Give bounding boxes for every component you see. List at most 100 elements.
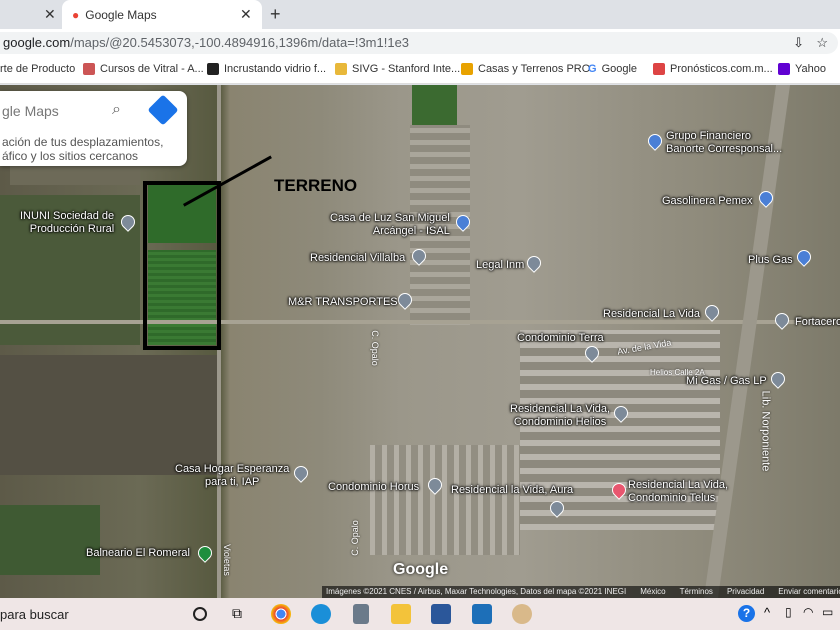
yahoo-icon — [778, 63, 790, 75]
bookmark-label: Google — [601, 63, 638, 75]
chrome-icon[interactable] — [271, 604, 291, 624]
feedback-link[interactable]: Enviar comentarios — [778, 586, 840, 598]
close-tab-icon[interactable]: ✕ — [44, 6, 56, 23]
place-pin-icon[interactable] — [291, 463, 311, 483]
place-label[interactable]: Casa Hogar Esperanza para ti, IAP — [175, 463, 289, 489]
bookmark[interactable]: Yahoo — [778, 63, 826, 75]
calculator-icon[interactable] — [353, 604, 369, 624]
search-hint: ación de tus desplazamientos, áfico y los… — [2, 135, 163, 163]
map-attribution: Imágenes ©2021 CNES / Airbus, Maxar Tech… — [322, 586, 840, 598]
place-label[interactable]: M&R TRANSPORTES — [288, 296, 398, 309]
place-label[interactable]: Fortacero — [795, 316, 840, 329]
bookmark[interactable]: Incrustando vidrio f... — [207, 63, 326, 75]
place-label[interactable]: Grupo Financiero Banorte Corresponsal... — [666, 130, 782, 156]
road-label: C. Opalo — [369, 330, 380, 366]
close-tab-icon[interactable]: ✕ — [240, 6, 252, 23]
bookmark[interactable]: Cursos de Vitral - A... — [83, 63, 204, 75]
search-input[interactable]: gle Maps — [2, 103, 59, 119]
cortana-icon[interactable] — [193, 607, 207, 621]
terreno-outline — [143, 181, 221, 350]
google-logo: Google — [393, 561, 449, 578]
bookmark[interactable]: G Google — [588, 63, 637, 75]
place-label[interactable]: Condominio Horus — [328, 481, 419, 494]
label-line: Residencial La Vida, — [628, 479, 729, 491]
place-label[interactable]: Legal Inm — [476, 259, 524, 272]
terreno-label: TERRENO — [274, 176, 358, 195]
tab-google-maps[interactable]: ● Google Maps — [62, 0, 262, 29]
new-tab-icon[interactable]: + — [270, 4, 281, 25]
label-line: Arcángel - ISAL — [372, 225, 450, 237]
chevron-up-icon[interactable]: ^ — [764, 605, 770, 620]
place-pin-icon[interactable] — [772, 310, 792, 330]
bookmark[interactable]: Pronósticos.com.m... — [653, 63, 773, 75]
gas-pin-icon[interactable] — [794, 247, 814, 267]
field — [0, 505, 100, 575]
photos-icon[interactable] — [472, 604, 492, 624]
search-box[interactable]: gle Maps ⌕ ación de tus desplazamientos,… — [0, 91, 187, 166]
paint-icon[interactable] — [512, 604, 532, 624]
bookmark-label: Pronósticos.com.m... — [670, 63, 773, 75]
tab-title: Google Maps — [85, 7, 157, 22]
help-icon[interactable]: ? — [738, 605, 755, 622]
bookmark-icon — [83, 63, 95, 75]
taskbar-search[interactable]: para buscar — [0, 607, 69, 622]
label-line: Grupo Financiero — [666, 130, 751, 142]
place-label[interactable]: Condominio Terra — [517, 332, 604, 345]
bank-pin-icon[interactable] — [645, 131, 665, 151]
home-icon — [461, 63, 473, 75]
label-line: Residencial La Vida, — [510, 403, 611, 415]
word-icon[interactable] — [431, 604, 451, 624]
satellite-map[interactable]: TERRENO gle Maps ⌕ ación de tus desplaza… — [0, 85, 840, 598]
place-label[interactable]: Residencial La Vida — [603, 308, 700, 321]
directions-icon[interactable] — [147, 94, 179, 126]
place-label[interactable]: Residencial la Vida, Aura — [451, 484, 573, 497]
road-label: Violetas — [221, 544, 232, 576]
bookmark-icon — [653, 63, 665, 75]
terms-link[interactable]: Términos — [680, 586, 713, 598]
place-label[interactable]: Residencial La Vida, Condominio Helios — [510, 403, 610, 429]
url-host: google.com — [3, 35, 71, 50]
install-icon[interactable]: ⇩ — [793, 32, 804, 54]
label-line: Banorte Corresponsal... — [666, 143, 783, 155]
place-label[interactable]: Residencial Villalba — [310, 252, 405, 265]
place-pin-icon[interactable] — [524, 253, 544, 273]
url-field[interactable]: google.com/maps/@20.5453073,-100.4894916… — [0, 32, 838, 54]
file-explorer-icon[interactable] — [391, 604, 411, 624]
label-line: Condominio Helios — [513, 416, 607, 428]
place-label[interactable]: Casa de Luz San Miguel Arcángel - ISAL — [330, 212, 450, 238]
bookmark[interactable]: SIVG - Stanford Inte... — [335, 63, 460, 75]
bookmarks-bar: rte de Producto Cursos de Vitral - A... … — [0, 57, 840, 84]
bookmark-icon — [207, 63, 219, 75]
road-label: C. Opalo — [349, 520, 360, 556]
field — [0, 355, 220, 475]
place-label[interactable]: Balneario El Romeral — [86, 547, 190, 560]
bookmark-label: Yahoo — [795, 63, 826, 75]
google-icon: G — [588, 63, 597, 75]
star-icon[interactable]: ☆ — [816, 32, 828, 54]
region-link[interactable]: México — [640, 586, 665, 598]
bookmark-icon — [335, 63, 347, 75]
place-pin-icon[interactable] — [768, 369, 788, 389]
maps-pin-icon: ● — [72, 7, 80, 22]
label-line: Casa de Luz San Miguel — [330, 212, 450, 224]
task-view-icon[interactable]: ⧉ — [232, 605, 242, 622]
park-pin-icon[interactable] — [195, 543, 215, 563]
label-line: INUNI Sociedad de — [20, 210, 115, 222]
place-label[interactable]: Plus Gas — [748, 254, 793, 267]
edge-icon[interactable] — [311, 604, 331, 624]
bookmark[interactable]: Casas y Terrenos PRO — [461, 63, 590, 75]
hint-line: áfico y los sitios cercanos — [2, 149, 139, 163]
privacy-link[interactable]: Privacidad — [727, 586, 764, 598]
place-label[interactable]: INUNI Sociedad de Producción Rural — [20, 210, 114, 236]
bookmark-label: Cursos de Vitral - A... — [100, 63, 204, 75]
bookmark-label: SIVG - Stanford Inte... — [352, 63, 461, 75]
battery-icon[interactable]: ▭ — [822, 605, 833, 619]
bookmark[interactable]: rte de Producto — [0, 63, 75, 75]
tab-bar: ✕ ● Google Maps ✕ + — [0, 0, 840, 29]
meet-icon[interactable]: ▯ — [785, 605, 792, 619]
place-label[interactable]: Residencial La Vida, Condominio Telus — [628, 479, 728, 505]
place-pin-icon[interactable] — [702, 302, 722, 322]
place-label[interactable]: Gasolinera Pemex — [662, 195, 753, 208]
search-icon[interactable]: ⌕ — [112, 101, 121, 119]
wifi-icon[interactable]: ◠ — [803, 605, 813, 619]
